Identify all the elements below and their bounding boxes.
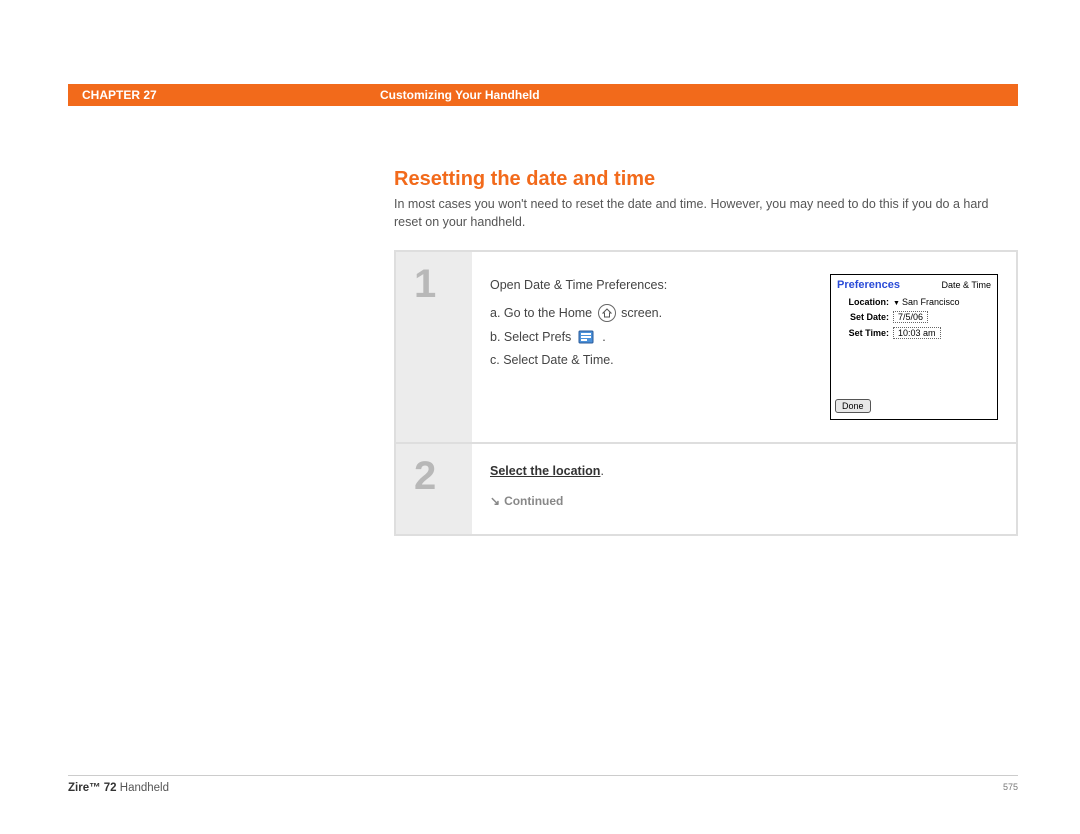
- step-1-lead: Open Date & Time Preferences:: [490, 274, 812, 298]
- device-location-dropdown[interactable]: San Francisco: [893, 297, 959, 307]
- step-1-row: 1 Open Date & Time Preferences: a. Go to…: [396, 252, 1016, 444]
- step-1-instructions: Open Date & Time Preferences: a. Go to t…: [490, 274, 812, 420]
- step-1a-suffix: screen.: [621, 306, 662, 320]
- continued-indicator: ↘ Continued: [490, 494, 998, 508]
- chapter-title: Customizing Your Handheld: [380, 88, 540, 102]
- step-2-body: Select the location. ↘ Continued: [472, 444, 1016, 534]
- device-screenshot: Preferences Date & Time Location: San Fr…: [830, 274, 998, 420]
- continued-arrow-icon: ↘: [490, 494, 500, 508]
- prefs-icon: [577, 328, 597, 346]
- device-done-button[interactable]: Done: [835, 399, 871, 413]
- home-icon: [598, 304, 616, 322]
- step-1-number: 1: [396, 252, 472, 442]
- product-name: Zire™ 72 Handheld: [68, 782, 169, 794]
- select-location-link[interactable]: Select the location: [490, 464, 600, 478]
- device-location-row: Location: San Francisco: [835, 295, 993, 309]
- device-location-value: San Francisco: [902, 297, 960, 307]
- step-2-period: .: [600, 464, 603, 478]
- step-1b-suffix: .: [602, 330, 605, 344]
- continued-label: Continued: [504, 494, 563, 508]
- device-time-value[interactable]: 10:03 am: [893, 327, 941, 339]
- device-titlebar: Preferences Date & Time: [835, 279, 993, 295]
- device-pref-label: Preferences: [837, 279, 900, 291]
- step-1c: c. Select Date & Time.: [490, 349, 812, 373]
- product-name-rest: Handheld: [117, 782, 169, 794]
- step-1b-prefix: b. Select Prefs: [490, 330, 575, 344]
- device-date-label: Set Date:: [841, 312, 893, 322]
- page-number: 575: [1003, 782, 1018, 794]
- chapter-label: CHAPTER 27: [68, 88, 380, 102]
- device-date-value[interactable]: 7/5/06: [893, 311, 928, 323]
- device-location-label: Location:: [841, 297, 893, 307]
- device-time-label: Set Time:: [841, 328, 893, 338]
- step-1a-prefix: a. Go to the Home: [490, 306, 596, 320]
- page-footer: Zire™ 72 Handheld 575: [68, 775, 1018, 794]
- step-1-body: Open Date & Time Preferences: a. Go to t…: [472, 252, 1016, 442]
- step-2-number: 2: [396, 444, 472, 534]
- device-category: Date & Time: [941, 280, 991, 290]
- section-title: Resetting the date and time: [394, 168, 655, 191]
- section-description: In most cases you won't need to reset th…: [394, 196, 1018, 231]
- step-2-row: 2 Select the location. ↘ Continued: [396, 444, 1016, 534]
- step-1b: b. Select Prefs .: [490, 326, 812, 350]
- product-name-bold: Zire™ 72: [68, 782, 117, 794]
- device-date-row: Set Date: 7/5/06: [835, 309, 993, 325]
- chapter-header-bar: CHAPTER 27 Customizing Your Handheld: [68, 84, 1018, 106]
- step-1a: a. Go to the Home screen.: [490, 302, 812, 326]
- steps-container: 1 Open Date & Time Preferences: a. Go to…: [394, 250, 1018, 536]
- device-time-row: Set Time: 10:03 am: [835, 325, 993, 341]
